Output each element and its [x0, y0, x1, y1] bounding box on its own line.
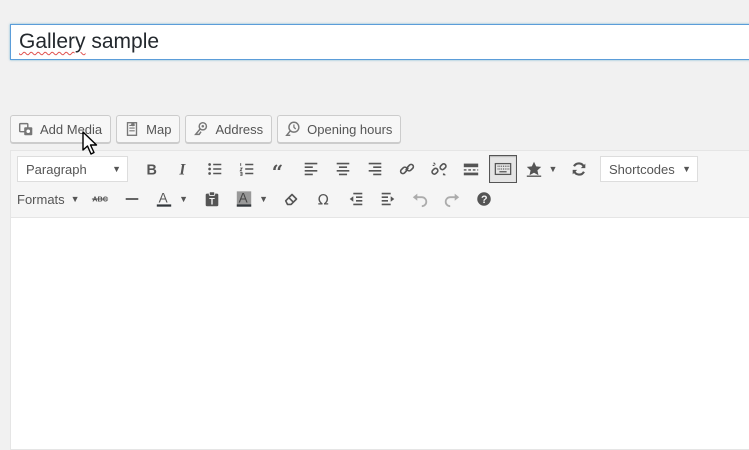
unlink-icon: [431, 162, 447, 176]
format-select-value: Paragraph: [26, 161, 87, 177]
bold-icon: B: [147, 162, 157, 178]
align-left-icon: [304, 162, 318, 176]
align-center-button[interactable]: [329, 155, 357, 183]
title-text-part1: Gallery: [19, 30, 86, 53]
paste-as-text-button[interactable]: T: [198, 185, 226, 213]
opening-hours-icon: [285, 121, 300, 137]
map-button[interactable]: Map: [116, 115, 181, 143]
formats-menu-label: Formats: [17, 191, 65, 207]
map-icon: [126, 122, 138, 136]
opening-hours-label: Opening hours: [307, 121, 393, 137]
clipboard-icon: T: [205, 191, 218, 206]
insert-link-button[interactable]: [393, 155, 421, 183]
content-editor: Paragraph ▼ B I “ ▼ Shortcodes ▼ Formats…: [10, 150, 749, 450]
format-select[interactable]: Paragraph ▼: [17, 156, 128, 182]
italic-button[interactable]: I: [169, 155, 197, 183]
toolbar-row-2: Formats ▼ ABC A ▼ T A ▼ Ω ?: [11, 184, 500, 214]
redo-icon: [444, 193, 459, 208]
blockquote-button[interactable]: “: [265, 155, 293, 183]
bulleted-list-button[interactable]: [201, 155, 229, 183]
chevron-down-icon: ▼: [112, 164, 121, 174]
numbered-list-button[interactable]: [233, 155, 261, 183]
toolbar-row-1: Paragraph ▼ B I “ ▼ Shortcodes ▼: [11, 154, 701, 184]
editor-content-area[interactable]: [11, 218, 749, 448]
svg-text:T: T: [209, 196, 215, 206]
chevron-down-icon: ▼: [179, 194, 189, 204]
decrease-indent-button[interactable]: [342, 185, 370, 213]
address-label: Address: [215, 121, 264, 137]
keyboard-shortcuts-help-button[interactable]: ?: [470, 185, 498, 213]
bold-button[interactable]: B: [137, 155, 165, 183]
svg-text:B: B: [147, 162, 157, 178]
text-color-button[interactable]: A ▼: [150, 185, 194, 213]
editor-toolbar: Paragraph ▼ B I “ ▼ Shortcodes ▼ Formats…: [11, 151, 749, 218]
title-text-part2: sample: [85, 30, 160, 53]
numbered-list-icon: [239, 163, 254, 176]
strikethrough-icon: ABC: [91, 195, 108, 204]
bulleted-list-icon: [208, 163, 222, 175]
italic-icon: I: [178, 161, 186, 178]
toolbar-toggle-button[interactable]: [489, 155, 517, 183]
add-media-icon: [18, 122, 33, 136]
star-icon: [526, 161, 541, 177]
address-icon: [194, 121, 208, 136]
redo-button[interactable]: [438, 185, 466, 213]
text-color-icon: A: [156, 191, 172, 207]
keyboard-icon: [494, 162, 512, 176]
read-more-button[interactable]: [457, 155, 485, 183]
background-color-button[interactable]: A ▼: [230, 185, 274, 213]
opening-hours-button[interactable]: Opening hours: [277, 115, 402, 143]
chevron-down-icon: ▼: [70, 194, 80, 204]
map-label: Map: [146, 121, 172, 137]
special-character-button[interactable]: Ω: [310, 185, 338, 213]
svg-text:A: A: [159, 191, 168, 206]
align-center-icon: [336, 162, 350, 176]
chevron-down-icon: ▼: [682, 164, 691, 174]
shortcodes-select[interactable]: Shortcodes ▼: [600, 156, 698, 182]
svg-text:“: “: [272, 160, 283, 178]
chevron-down-icon: ▼: [548, 164, 558, 174]
undo-icon: [412, 193, 427, 208]
help-icon: ?: [476, 192, 491, 206]
link-icon: [399, 163, 415, 175]
blockquote-icon: “: [272, 160, 283, 178]
eraser-icon: [284, 193, 297, 206]
refresh-button[interactable]: [565, 155, 593, 183]
svg-text:Ω: Ω: [317, 192, 328, 208]
background-color-icon: A: [236, 191, 252, 207]
chevron-down-icon: ▼: [259, 194, 269, 204]
svg-text:?: ?: [481, 194, 488, 206]
omega-icon: Ω: [317, 192, 328, 208]
horizontal-line-button[interactable]: [118, 185, 146, 213]
horizontal-line-icon: [125, 198, 138, 200]
formats-menu[interactable]: Formats ▼: [17, 192, 84, 207]
refresh-icon: [572, 162, 586, 176]
read-more-icon: [463, 163, 479, 176]
remove-link-button[interactable]: [425, 155, 453, 183]
align-left-button[interactable]: [297, 155, 325, 183]
star-dropdown-button[interactable]: ▼: [521, 155, 561, 183]
svg-text:A: A: [239, 191, 248, 206]
media-buttons: Add Media Map Address Opening hours: [10, 115, 402, 143]
increase-indent-button[interactable]: [374, 185, 402, 213]
post-title-input[interactable]: Gallery sample: [10, 24, 749, 60]
address-button[interactable]: Address: [185, 115, 273, 143]
align-right-button[interactable]: [361, 155, 389, 183]
svg-text:I: I: [178, 161, 186, 178]
align-right-icon: [368, 162, 382, 176]
indent-icon: [381, 192, 394, 206]
mouse-pointer-icon: [82, 131, 98, 155]
shortcodes-select-value: Shortcodes: [609, 161, 675, 177]
outdent-icon: [349, 192, 362, 206]
clear-formatting-button[interactable]: [278, 185, 306, 213]
strikethrough-button[interactable]: ABC: [86, 185, 114, 213]
undo-button[interactable]: [406, 185, 434, 213]
